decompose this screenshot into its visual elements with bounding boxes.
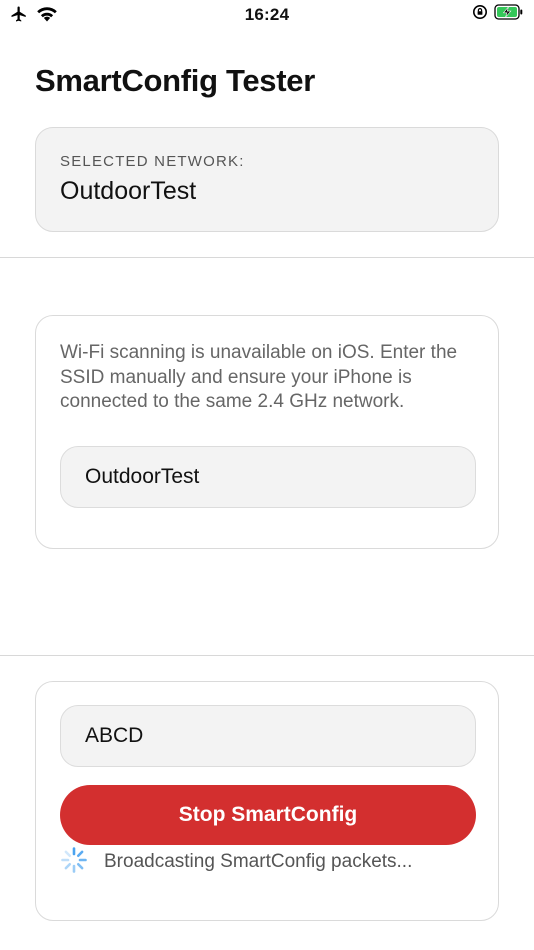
status-right-icons xyxy=(472,4,524,25)
selected-network-value: OutdoorTest xyxy=(60,177,197,205)
ssid-card: Wi-Fi scanning is unavailable on iOS. En… xyxy=(35,315,499,549)
broadcast-status-text: Broadcasting SmartConfig packets... xyxy=(104,851,413,872)
password-input[interactable] xyxy=(60,705,476,767)
status-time: 16:24 xyxy=(244,5,290,24)
status-bar: 16:24 xyxy=(0,0,534,32)
smartconfig-control-card: Stop SmartConfig Broadcasting SmartConfi… xyxy=(35,681,499,921)
divider xyxy=(0,257,534,258)
broadcast-status-row: Broadcasting SmartConfig packets... xyxy=(60,846,413,879)
divider xyxy=(0,655,534,656)
selected-network-card: SELECTED NETWORK: OutdoorTest xyxy=(35,127,499,232)
selected-network-label: SELECTED NETWORK: xyxy=(60,153,245,170)
ssid-input[interactable] xyxy=(60,446,476,508)
page-title: SmartConfig Tester xyxy=(35,63,315,98)
battery-charging-icon xyxy=(494,4,524,25)
orientation-lock-icon xyxy=(472,4,488,25)
stop-smartconfig-button[interactable]: Stop SmartConfig xyxy=(60,785,476,845)
activity-spinner-icon xyxy=(60,846,88,879)
wifi-scan-info-text: Wi-Fi scanning is unavailable on iOS. En… xyxy=(60,342,458,412)
